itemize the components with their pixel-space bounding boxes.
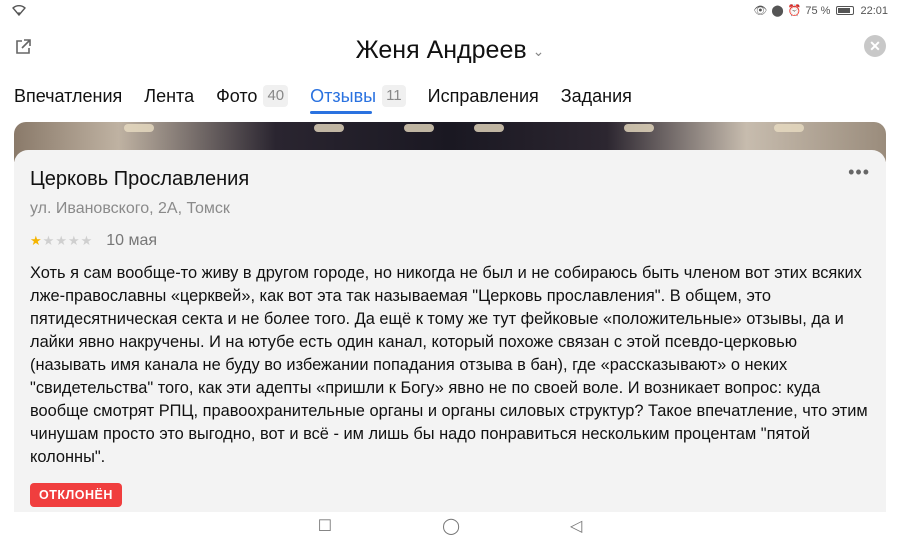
review-card: ••• Церковь Прославления ул. Ивановского… bbox=[14, 150, 886, 512]
back-icon[interactable]: ◁ bbox=[570, 516, 582, 536]
tab-feed[interactable]: Лента bbox=[144, 78, 194, 114]
status-bar: 👁 ⬤ ⏰ 75 % 22:01 bbox=[0, 0, 900, 22]
wifi-icon bbox=[12, 4, 26, 19]
clock: 22:01 bbox=[860, 4, 888, 17]
tab-count: 40 bbox=[263, 85, 289, 107]
profile-name: Женя Андреев bbox=[355, 36, 527, 64]
star-empty-icon: ★ bbox=[67, 233, 80, 248]
status-badge: ОТКЛОНЁН bbox=[30, 483, 122, 507]
tab-impressions[interactable]: Впечатления bbox=[14, 78, 122, 114]
star-empty-icon: ★ bbox=[80, 233, 93, 248]
profile-title[interactable]: Женя Андреев ⌄ bbox=[0, 36, 900, 65]
review-text: Хоть я сам вообще-то живу в другом город… bbox=[30, 264, 868, 466]
tab-corrections[interactable]: Исправления bbox=[428, 78, 539, 114]
more-options-icon[interactable]: ••• bbox=[848, 162, 870, 183]
battery-percent: 75 % bbox=[805, 4, 831, 17]
eye-icon: 👁 bbox=[753, 5, 768, 17]
battery-icon bbox=[836, 6, 855, 15]
organization-name[interactable]: Церковь Прославления bbox=[30, 168, 870, 191]
recent-apps-icon[interactable]: ☐ bbox=[318, 516, 332, 536]
tab-count: 11 bbox=[382, 85, 406, 107]
star-empty-icon: ★ bbox=[42, 233, 55, 248]
star-filled-icon: ★ bbox=[30, 233, 42, 248]
review-date: 10 мая bbox=[106, 232, 158, 249]
tab-reviews[interactable]: Отзывы 11 bbox=[310, 78, 406, 114]
profile-header: Женя Андреев ⌄ ✕ bbox=[0, 28, 900, 72]
home-icon[interactable]: ◯ bbox=[442, 516, 460, 536]
tab-tasks[interactable]: Задания bbox=[561, 78, 632, 114]
close-icon[interactable]: ✕ bbox=[864, 35, 886, 57]
star-rating: ★ ★ ★ ★ ★ bbox=[30, 233, 92, 249]
profile-tabs: Впечатления Лента Фото 40 Отзывы 11 Исправ… bbox=[0, 78, 900, 118]
chevron-down-icon: ⌄ bbox=[532, 42, 545, 59]
location-icon: ⬤ bbox=[771, 5, 784, 17]
tab-photos[interactable]: Фото 40 bbox=[216, 78, 289, 114]
alarm-icon: ⏰ bbox=[787, 5, 802, 17]
system-nav-bar: ☐ ◯ ◁ bbox=[0, 512, 900, 540]
rating-row: ★ ★ ★ ★ ★ 10 мая bbox=[30, 232, 870, 250]
organization-address: ул. Ивановского, 2А, Томск bbox=[30, 200, 230, 217]
star-empty-icon: ★ bbox=[55, 233, 67, 248]
